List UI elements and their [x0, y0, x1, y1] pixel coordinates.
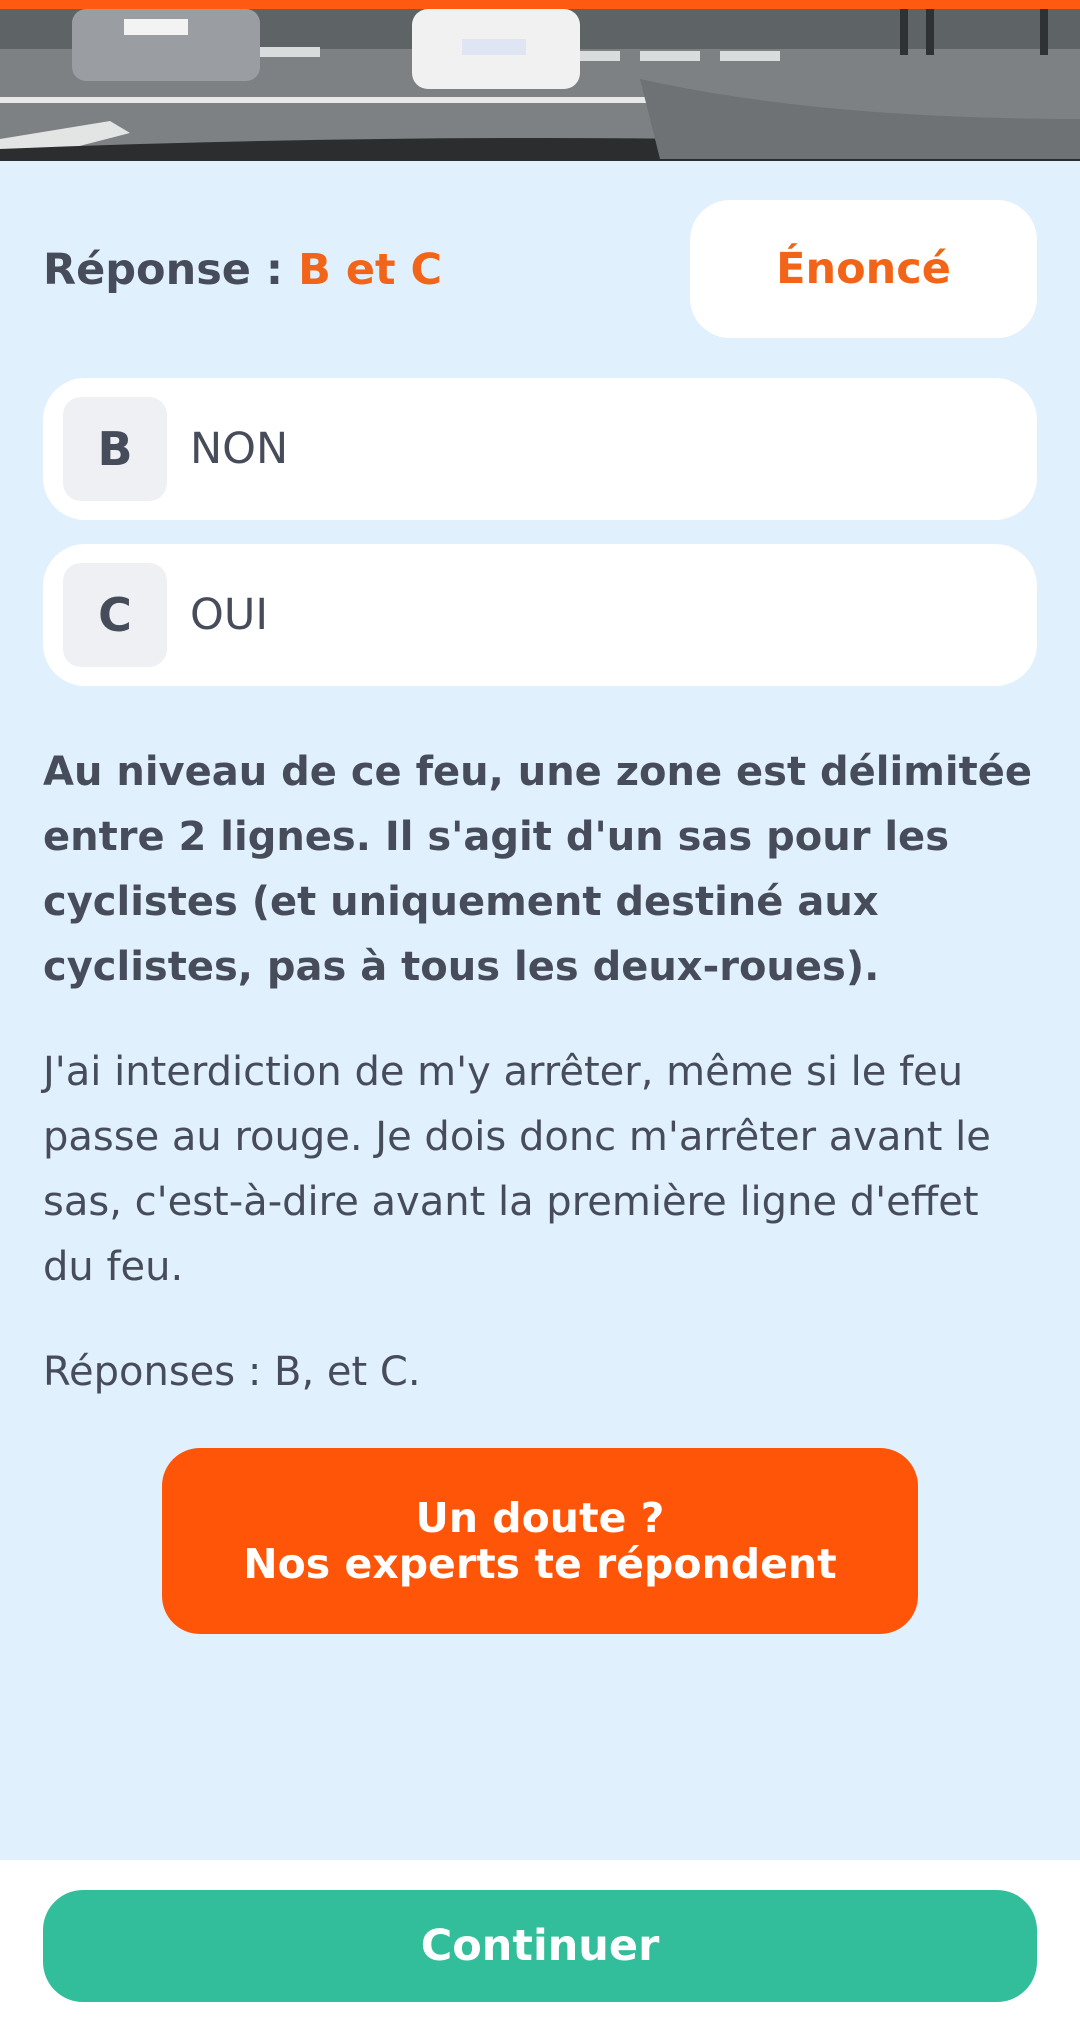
top-accent-bar [0, 0, 1080, 9]
answer-value: B et C [298, 245, 443, 295]
ask-experts-button[interactable]: Un doute ? Nos experts te répondent [162, 1448, 918, 1634]
question-photo [0, 9, 1080, 161]
continue-button-label: Continuer [420, 1921, 660, 1971]
answer-label: Réponse : [43, 245, 299, 295]
answer-summary: Réponse : B et C [43, 245, 543, 295]
explanation-detail: J'ai interdiction de m'y arrêter, même s… [43, 1049, 991, 1290]
continue-button[interactable]: Continuer [43, 1890, 1037, 2002]
footer-bar: Continuer [0, 1860, 1080, 2044]
choice-text: OUI [190, 590, 269, 640]
choice-b: B NON [43, 378, 1037, 520]
enonce-button-label: Énoncé [776, 244, 951, 294]
explanation-answers: Réponses : B, et C. [43, 1349, 421, 1395]
ask-experts-line2: Nos experts te répondent [243, 1540, 837, 1588]
choice-letter-badge: B [63, 397, 167, 501]
explanation-intro: Au niveau de ce feu, une zone est délimi… [43, 749, 1032, 990]
ask-experts-line1: Un doute ? [415, 1494, 665, 1542]
choice-c: C OUI [43, 544, 1037, 686]
choice-text: NON [190, 424, 289, 474]
choice-letter-badge: C [63, 563, 167, 667]
enonce-button[interactable]: Énoncé [690, 200, 1037, 338]
